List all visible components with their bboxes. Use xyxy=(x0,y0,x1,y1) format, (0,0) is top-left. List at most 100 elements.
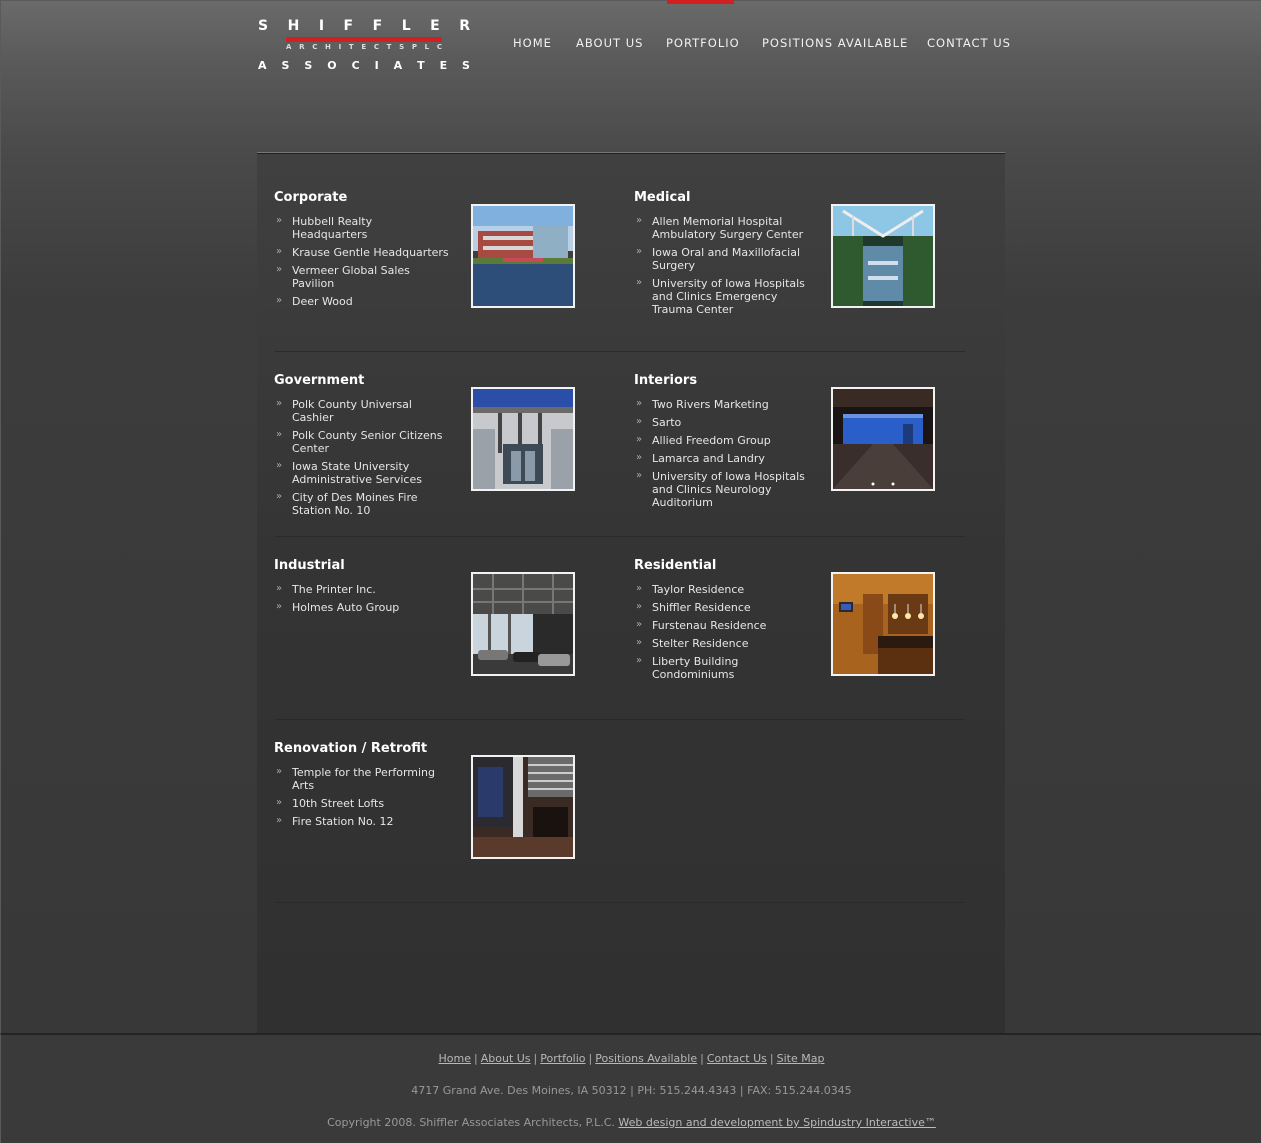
nav-home[interactable]: HOME xyxy=(513,36,552,50)
section-divider xyxy=(275,351,965,352)
list-item[interactable]: » Allied Freedom Group xyxy=(634,434,809,447)
bullet-icon: » xyxy=(636,637,643,648)
list-item[interactable]: » Hubbell Realty Headquarters xyxy=(274,215,449,241)
footer-copyright: Copyright 2008. Shiffler Associates Arch… xyxy=(1,1116,1261,1129)
footer-link-home[interactable]: Home xyxy=(439,1052,471,1065)
footer-link-portfolio[interactable]: Portfolio xyxy=(540,1052,585,1065)
residential-thumbnail[interactable] xyxy=(831,572,935,676)
bullet-icon: » xyxy=(636,398,643,409)
list-item[interactable]: » Iowa Oral and Maxillofacial Surgery xyxy=(634,246,809,272)
industrial-thumbnail[interactable] xyxy=(471,572,575,676)
list-item[interactable]: » Polk County Senior Citizens Center xyxy=(274,429,449,455)
bullet-icon: » xyxy=(636,655,643,666)
bullet-icon: » xyxy=(636,246,643,257)
bullet-icon: » xyxy=(636,434,643,445)
list-item[interactable]: » Polk County Universal Cashier xyxy=(274,398,449,424)
list-item[interactable]: » Furstenau Residence xyxy=(634,619,809,632)
nav-active-indicator xyxy=(667,0,734,4)
list-item[interactable]: » Fire Station No. 12 xyxy=(274,815,449,828)
footer-link-about-us[interactable]: About Us xyxy=(481,1052,531,1065)
medical-thumbnail[interactable] xyxy=(831,204,935,308)
bullet-icon: » xyxy=(636,583,643,594)
nav-contact-us[interactable]: CONTACT US xyxy=(927,36,1011,50)
list-item[interactable]: » University of Iowa Hospitals and Clinic… xyxy=(634,470,809,509)
list-item[interactable]: » Deer Wood xyxy=(274,295,449,308)
bullet-icon: » xyxy=(636,601,643,612)
bullet-icon: » xyxy=(276,295,283,306)
footer-nav: Home | About Us | Portfolio | Positions Availa… xyxy=(438,1052,825,1065)
bullet-icon: » xyxy=(636,277,643,288)
list-item[interactable]: » Liberty Building Condominiums xyxy=(634,655,809,681)
list-item[interactable]: » The Printer Inc. xyxy=(274,583,449,596)
logo-wordmark-bottom: ASSOCIATES xyxy=(258,59,470,72)
list-item[interactable]: » Sarto xyxy=(634,416,809,429)
section-title-renovation-retrofit[interactable]: Renovation / Retrofit xyxy=(274,741,427,756)
bullet-icon: » xyxy=(276,766,283,777)
bullet-icon: » xyxy=(636,416,643,427)
logo-wordmark-top: SHIFFLER xyxy=(258,18,470,34)
section-divider xyxy=(275,719,965,720)
medical-project-list: » Allen Memorial Hospital Ambulatory Surg… xyxy=(634,215,809,321)
list-item[interactable]: » Two Rivers Marketing xyxy=(634,398,809,411)
section-title-interiors[interactable]: Interiors xyxy=(634,373,697,388)
interiors-thumbnail[interactable] xyxy=(831,387,935,491)
site-footer: Home | About Us | Portfolio | Positions Availa… xyxy=(0,1033,1261,1143)
government-thumbnail[interactable] xyxy=(471,387,575,491)
logo-subtitle: ARCHITECTSPLC xyxy=(286,43,442,51)
bullet-icon: » xyxy=(636,619,643,630)
list-item[interactable]: » 10th Street Lofts xyxy=(274,797,449,810)
list-item[interactable]: » Allen Memorial Hospital Ambulatory Surg… xyxy=(634,215,809,241)
list-item[interactable]: » Holmes Auto Group xyxy=(274,601,449,614)
list-item[interactable]: » Lamarca and Landry xyxy=(634,452,809,465)
copyright-text: Copyright 2008. Shiffler Associates Arch… xyxy=(327,1116,615,1129)
section-divider xyxy=(275,902,965,903)
section-title-industrial[interactable]: Industrial xyxy=(274,558,345,573)
renovation-thumbnail[interactable] xyxy=(471,755,575,859)
residential-project-list: » Taylor Residence » Shiffler Residence » F… xyxy=(634,583,809,686)
bullet-icon: » xyxy=(276,264,283,275)
bullet-icon: » xyxy=(276,583,283,594)
bullet-icon: » xyxy=(276,797,283,808)
footer-credit-link[interactable]: Web design and development by Spindustry… xyxy=(618,1116,935,1129)
renovation-project-list: » Temple for the Performing Arts » 10th St… xyxy=(274,766,449,833)
bullet-icon: » xyxy=(276,460,283,471)
section-title-corporate[interactable]: Corporate xyxy=(274,190,347,205)
section-title-medical[interactable]: Medical xyxy=(634,190,690,205)
bullet-icon: » xyxy=(636,452,643,463)
corporate-thumbnail[interactable] xyxy=(471,204,575,308)
bullet-icon: » xyxy=(636,215,643,226)
list-item[interactable]: » Shiffler Residence xyxy=(634,601,809,614)
list-item[interactable]: » Stelter Residence xyxy=(634,637,809,650)
section-title-government[interactable]: Government xyxy=(274,373,364,388)
nav-positions-available[interactable]: POSITIONS AVAILABLE xyxy=(762,36,908,50)
list-item[interactable]: » University of Iowa Hospitals and Clinic… xyxy=(634,277,809,316)
footer-address: 4717 Grand Ave. Des Moines, IA 50312 | P… xyxy=(411,1084,852,1097)
section-title-residential[interactable]: Residential xyxy=(634,558,716,573)
bullet-icon: » xyxy=(276,215,283,226)
bullet-icon: » xyxy=(276,429,283,440)
corporate-project-list: » Hubbell Realty Headquarters » Krause Gen… xyxy=(274,215,449,313)
industrial-project-list: » The Printer Inc. » Holmes Auto Group xyxy=(274,583,449,619)
logo-red-bar xyxy=(286,37,442,42)
section-divider xyxy=(275,536,965,537)
bullet-icon: » xyxy=(276,398,283,409)
list-item[interactable]: » Krause Gentle Headquarters xyxy=(274,246,449,259)
bullet-icon: » xyxy=(276,491,283,502)
list-item[interactable]: » Temple for the Performing Arts xyxy=(274,766,449,792)
company-logo[interactable]: SHIFFLER ARCHITECTSPLC ASSOCIATES xyxy=(258,18,473,74)
bullet-icon: » xyxy=(276,815,283,826)
bullet-icon: » xyxy=(276,601,283,612)
footer-link-positions-available[interactable]: Positions Available xyxy=(595,1052,697,1065)
government-project-list: » Polk County Universal Cashier » Polk Cou… xyxy=(274,398,449,522)
list-item[interactable]: » Vermeer Global Sales Pavilion xyxy=(274,264,449,290)
bullet-icon: » xyxy=(636,470,643,481)
list-item[interactable]: » Taylor Residence xyxy=(634,583,809,596)
nav-about-us[interactable]: ABOUT US xyxy=(576,36,643,50)
bullet-icon: » xyxy=(276,246,283,257)
nav-portfolio[interactable]: PORTFOLIO xyxy=(666,36,740,50)
interiors-project-list: » Two Rivers Marketing » Sarto » Allied Fre… xyxy=(634,398,809,514)
footer-link-site-map[interactable]: Site Map xyxy=(777,1052,825,1065)
footer-link-contact-us[interactable]: Contact Us xyxy=(707,1052,767,1065)
list-item[interactable]: » Iowa State University Administrative Se… xyxy=(274,460,449,486)
list-item[interactable]: » City of Des Moines Fire Station No. 10 xyxy=(274,491,449,517)
